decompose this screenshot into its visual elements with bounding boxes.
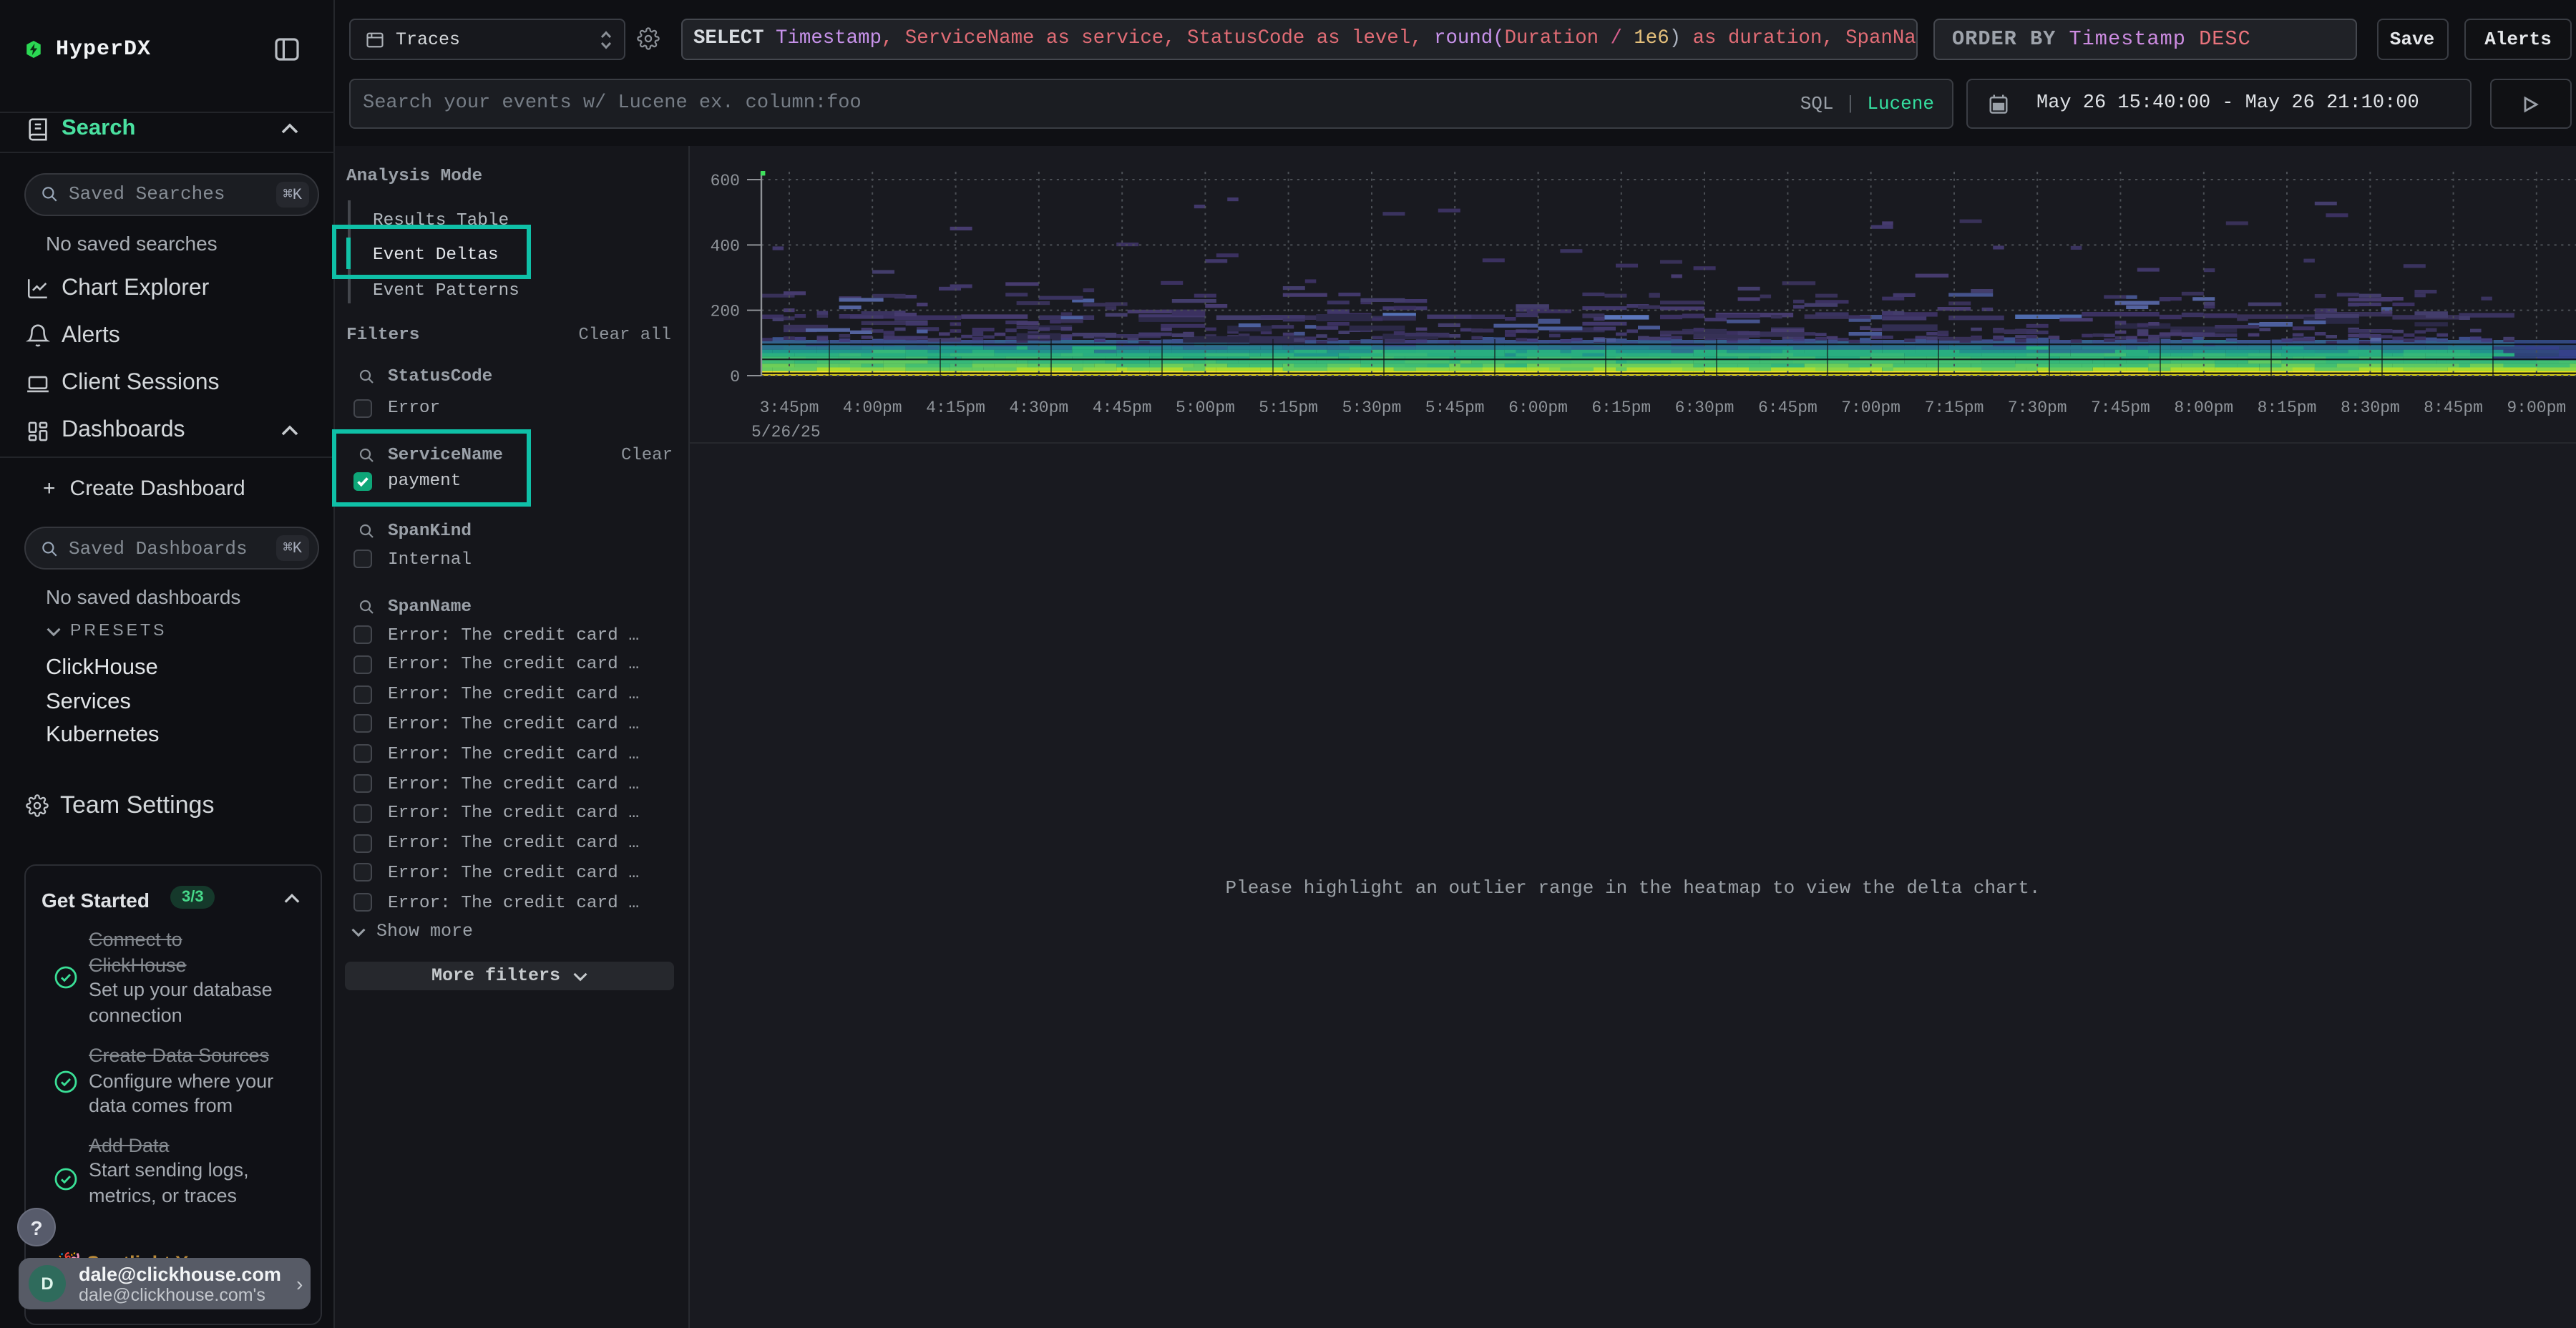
svg-text:6:30pm: 6:30pm	[1675, 399, 1735, 417]
svg-text:6:15pm: 6:15pm	[1591, 399, 1651, 417]
svg-text:200: 200	[711, 303, 740, 321]
svg-text:600: 600	[711, 172, 740, 190]
svg-text:4:30pm: 4:30pm	[1009, 399, 1068, 417]
svg-text:5:45pm: 5:45pm	[1425, 399, 1485, 417]
svg-text:6:45pm: 6:45pm	[1758, 399, 1818, 417]
svg-text:8:30pm: 8:30pm	[2341, 399, 2400, 417]
svg-text:0: 0	[730, 368, 740, 386]
svg-text:5/26/25: 5/26/25	[751, 423, 821, 441]
svg-text:7:45pm: 7:45pm	[2091, 399, 2150, 417]
svg-text:8:00pm: 8:00pm	[2174, 399, 2233, 417]
svg-text:5:00pm: 5:00pm	[1176, 399, 1235, 417]
svg-text:8:15pm: 8:15pm	[2258, 399, 2317, 417]
svg-text:4:45pm: 4:45pm	[1093, 399, 1152, 417]
svg-text:7:15pm: 7:15pm	[1925, 399, 1984, 417]
svg-text:5:30pm: 5:30pm	[1342, 399, 1402, 417]
svg-text:400: 400	[711, 237, 740, 255]
svg-text:8:45pm: 8:45pm	[2424, 399, 2483, 417]
svg-text:7:30pm: 7:30pm	[2008, 399, 2067, 417]
svg-text:4:00pm: 4:00pm	[843, 399, 902, 417]
svg-text:6:00pm: 6:00pm	[1508, 399, 1568, 417]
svg-text:7:00pm: 7:00pm	[1841, 399, 1901, 417]
svg-text:9:00pm: 9:00pm	[2507, 399, 2566, 417]
svg-text:3:45pm: 3:45pm	[760, 399, 819, 417]
svg-text:5:15pm: 5:15pm	[1259, 399, 1318, 417]
svg-text:4:15pm: 4:15pm	[926, 399, 985, 417]
